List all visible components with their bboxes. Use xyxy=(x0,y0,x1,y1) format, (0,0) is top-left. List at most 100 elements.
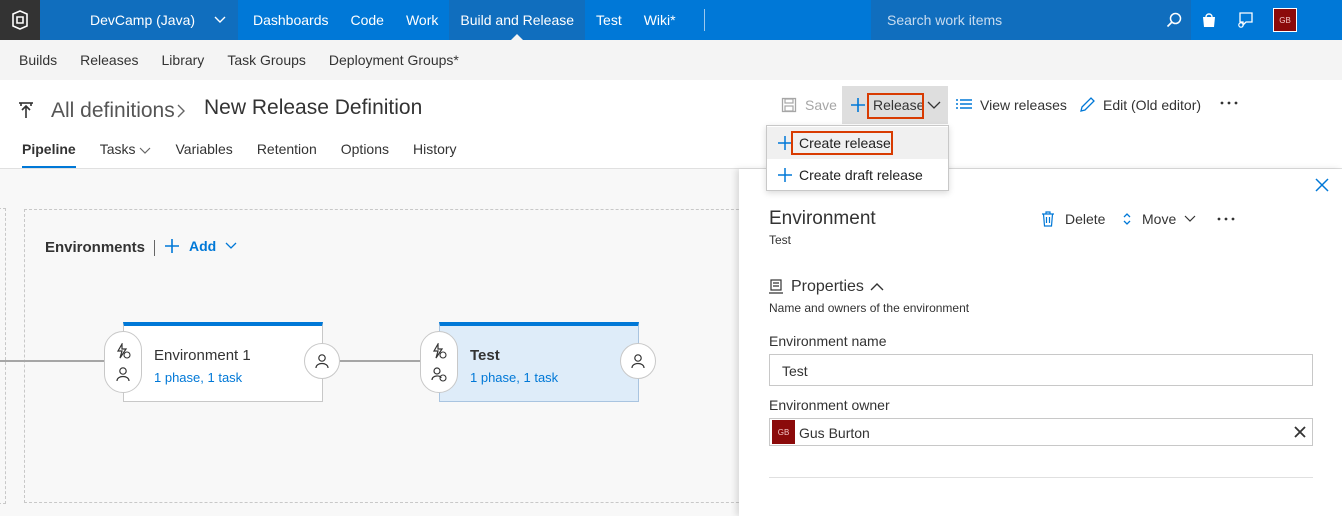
environment-card[interactable]: Environment 1 1 phase, 1 task xyxy=(123,322,323,402)
artifacts-area xyxy=(0,208,6,504)
post-deployment-approvers[interactable] xyxy=(304,343,340,379)
chevron-down-icon[interactable] xyxy=(927,99,941,111)
save-icon xyxy=(781,97,797,113)
environment-card-selected[interactable]: Test 1 phase, 1 task xyxy=(439,322,639,402)
panel-subtitle: Test xyxy=(769,233,792,247)
feedback-icon[interactable] xyxy=(1237,12,1253,28)
pre-deployment-conditions[interactable] xyxy=(104,331,142,393)
view-releases-label: View releases xyxy=(980,97,1067,113)
environments-title: Environments xyxy=(45,239,146,256)
user-avatar[interactable]: GB xyxy=(1273,8,1297,32)
nav-build-and-release[interactable]: Build and Release xyxy=(449,0,586,40)
owner-name: Gus Burton xyxy=(799,425,870,441)
nav-divider xyxy=(703,9,705,31)
project-selector[interactable]: DevCamp (Java) xyxy=(40,0,238,40)
environment-name-label: Environment name xyxy=(769,333,887,349)
vsts-logo-icon[interactable] xyxy=(0,0,40,40)
subnav-releases[interactable]: Releases xyxy=(80,40,138,80)
lightning-icon xyxy=(116,343,131,359)
save-button[interactable]: Save xyxy=(781,86,837,124)
breadcrumb-all-definitions[interactable]: All definitions xyxy=(51,99,175,123)
panel-more-button[interactable] xyxy=(1217,217,1235,221)
hub-group-nav: Dashboards Code Work Build and Release T… xyxy=(238,0,705,40)
plus-icon xyxy=(778,168,792,182)
page-title: New Release Definition xyxy=(204,96,423,119)
subnav-library[interactable]: Library xyxy=(162,40,205,80)
environment-owner-field[interactable]: GB Gus Burton xyxy=(769,418,1313,446)
move-updown-icon xyxy=(1123,213,1131,225)
pre-deployment-conditions[interactable] xyxy=(420,331,458,393)
environment-name-input[interactable]: Test xyxy=(769,354,1313,386)
trash-icon xyxy=(1042,211,1054,227)
tab-options[interactable]: Options xyxy=(341,141,389,169)
marketplace-bag-icon[interactable] xyxy=(1201,12,1217,28)
environment-name: Environment 1 xyxy=(154,347,251,364)
list-icon xyxy=(956,99,972,109)
pencil-icon xyxy=(1080,97,1095,112)
properties-description: Name and owners of the environment xyxy=(769,301,970,315)
top-navigation-bar: DevCamp (Java) Dashboards Code Work Buil… xyxy=(0,0,1342,40)
view-releases-button[interactable]: View releases xyxy=(956,86,1067,124)
nav-wiki[interactable]: Wiki* xyxy=(633,0,687,40)
definition-tabs: Pipeline Tasks Variables Retention Optio… xyxy=(22,141,481,169)
tab-tasks-label: Tasks xyxy=(99,141,136,157)
delete-label: Delete xyxy=(1065,211,1106,227)
search-icon[interactable] xyxy=(1166,12,1182,28)
release-highlight-box xyxy=(867,93,924,119)
lightning-icon xyxy=(432,343,447,359)
tab-history[interactable]: History xyxy=(413,141,457,169)
search-box[interactable]: Search work items xyxy=(871,0,1191,40)
panel-title: Environment xyxy=(769,208,876,229)
project-name: DevCamp (Java) xyxy=(90,12,196,28)
person-approved-icon xyxy=(431,367,447,382)
chevron-down-icon xyxy=(225,242,237,249)
clear-icon[interactable] xyxy=(1294,426,1306,438)
nav-code[interactable]: Code xyxy=(340,0,395,40)
subnav-deployment-groups[interactable]: Deployment Groups* xyxy=(329,40,459,80)
subnav-builds[interactable]: Builds xyxy=(19,40,57,80)
nav-work[interactable]: Work xyxy=(395,0,449,40)
environment-summary[interactable]: 1 phase, 1 task xyxy=(154,370,242,385)
chevron-down-icon xyxy=(214,16,226,23)
plus-icon xyxy=(778,136,792,150)
tab-retention[interactable]: Retention xyxy=(257,141,317,169)
move-label: Move xyxy=(1142,211,1177,227)
tab-pipeline[interactable]: Pipeline xyxy=(22,141,76,169)
properties-icon xyxy=(769,279,783,294)
edit-old-editor-label: Edit (Old editor) xyxy=(1103,97,1202,113)
tab-variables[interactable]: Variables xyxy=(175,141,232,169)
release-definition-icon xyxy=(19,102,33,118)
move-button[interactable]: Move xyxy=(1122,211,1196,227)
person-icon xyxy=(116,367,130,382)
chevron-down-icon xyxy=(140,147,151,154)
environment-owner-label: Environment owner xyxy=(769,397,890,413)
divider xyxy=(154,240,155,256)
save-label: Save xyxy=(805,97,837,113)
more-icon xyxy=(1220,101,1238,105)
menu-item-create-draft-release[interactable]: Create draft release xyxy=(767,159,948,191)
search-placeholder: Search work items xyxy=(887,12,1003,28)
nav-test[interactable]: Test xyxy=(585,0,633,40)
create-draft-release-label: Create draft release xyxy=(799,167,923,183)
close-icon[interactable] xyxy=(1315,178,1329,192)
tab-tasks[interactable]: Tasks xyxy=(100,141,152,169)
create-release-highlight-box xyxy=(791,131,893,155)
more-actions-button[interactable] xyxy=(1220,84,1238,122)
environment-details-panel: Environment Test Delete Move Properties … xyxy=(739,169,1342,516)
plus-icon xyxy=(851,98,865,112)
subnav-task-groups[interactable]: Task Groups xyxy=(227,40,306,80)
chevron-up-icon xyxy=(870,283,884,291)
person-icon xyxy=(631,354,645,369)
properties-section-toggle[interactable]: Properties xyxy=(769,278,884,296)
add-environment-button[interactable]: Add xyxy=(164,238,237,254)
delete-button[interactable]: Delete xyxy=(1041,211,1105,227)
post-deployment-approvers[interactable] xyxy=(620,343,656,379)
owner-avatar: GB xyxy=(772,420,795,444)
edit-old-editor-button[interactable]: Edit (Old editor) xyxy=(1079,86,1201,124)
divider xyxy=(769,477,1313,478)
more-icon xyxy=(1217,217,1235,221)
connector-line xyxy=(0,360,104,362)
nav-dashboards[interactable]: Dashboards xyxy=(242,0,340,40)
plus-icon xyxy=(165,239,179,253)
environment-summary[interactable]: 1 phase, 1 task xyxy=(470,370,558,385)
